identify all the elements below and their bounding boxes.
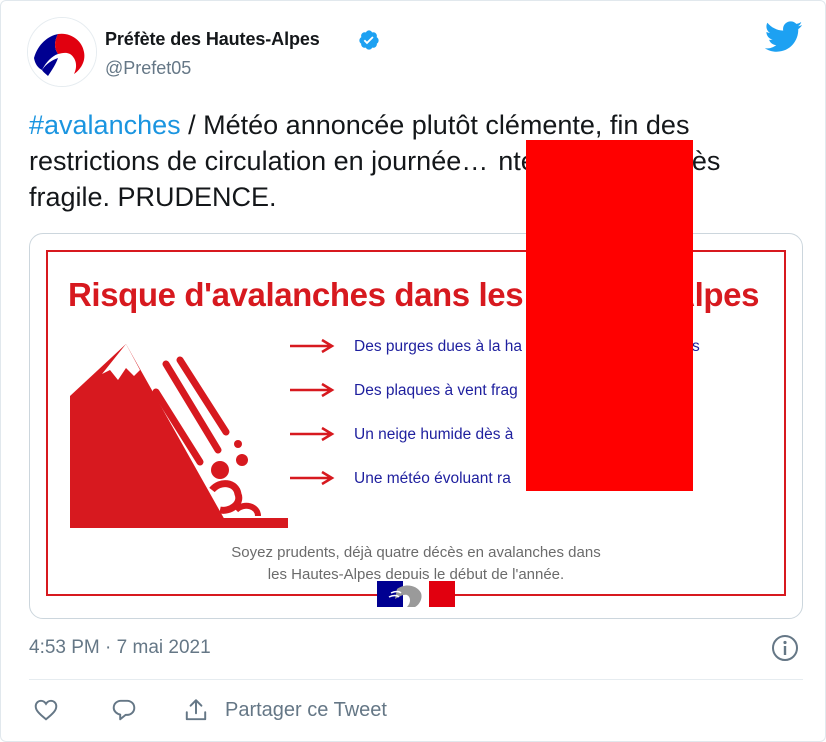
- arrow-right-icon: [290, 470, 335, 486]
- arrow-right-icon: [290, 382, 335, 398]
- redaction-block: [526, 140, 693, 491]
- heart-icon: [34, 699, 58, 721]
- avatar[interactable]: [27, 17, 97, 87]
- author-handle[interactable]: @Prefet05: [105, 58, 191, 79]
- french-republic-logo-icon: [377, 579, 455, 609]
- twitter-bird-icon[interactable]: [765, 21, 803, 53]
- share-label: Partager ce Tweet: [225, 698, 387, 721]
- tweet-timestamp[interactable]: 4:53 PM · 7 mai 2021: [29, 637, 211, 659]
- arrow-right-icon: [290, 426, 335, 442]
- bullet-text-suffix: s: [692, 338, 700, 355]
- reply-bubble-icon: [112, 699, 136, 721]
- avalanche-mountain-icon: [70, 344, 288, 528]
- share-upload-icon: [185, 699, 207, 721]
- bullet-text: Des purges dues à la ha: [354, 338, 523, 355]
- arrow-right-icon: [290, 338, 335, 354]
- bullet-text: Une météo évoluant ra: [354, 470, 511, 487]
- verified-badge-icon: [359, 30, 379, 50]
- tweet-card: Préfète des Hautes-Alpes @Prefet05 #aval…: [0, 0, 826, 742]
- like-button[interactable]: [33, 695, 59, 725]
- share-tweet-button[interactable]: Partager ce Tweet: [183, 695, 387, 725]
- marianne-logo-icon: [28, 18, 96, 86]
- hashtag-link[interactable]: #avalanches: [29, 110, 181, 140]
- author-name[interactable]: Préfète des Hautes-Alpes: [105, 29, 320, 50]
- infographic-title-left: Risque d'avalanches dans les: [68, 276, 524, 313]
- reply-button[interactable]: [111, 695, 137, 725]
- info-icon[interactable]: [771, 634, 799, 662]
- divider: [29, 679, 803, 680]
- bullet-text: Un neige humide dès à: [354, 426, 514, 443]
- bullet-text: Des plaques à vent frag: [354, 382, 518, 399]
- caption-line: Soyez prudents, déjà quatre décès en ava…: [231, 544, 601, 561]
